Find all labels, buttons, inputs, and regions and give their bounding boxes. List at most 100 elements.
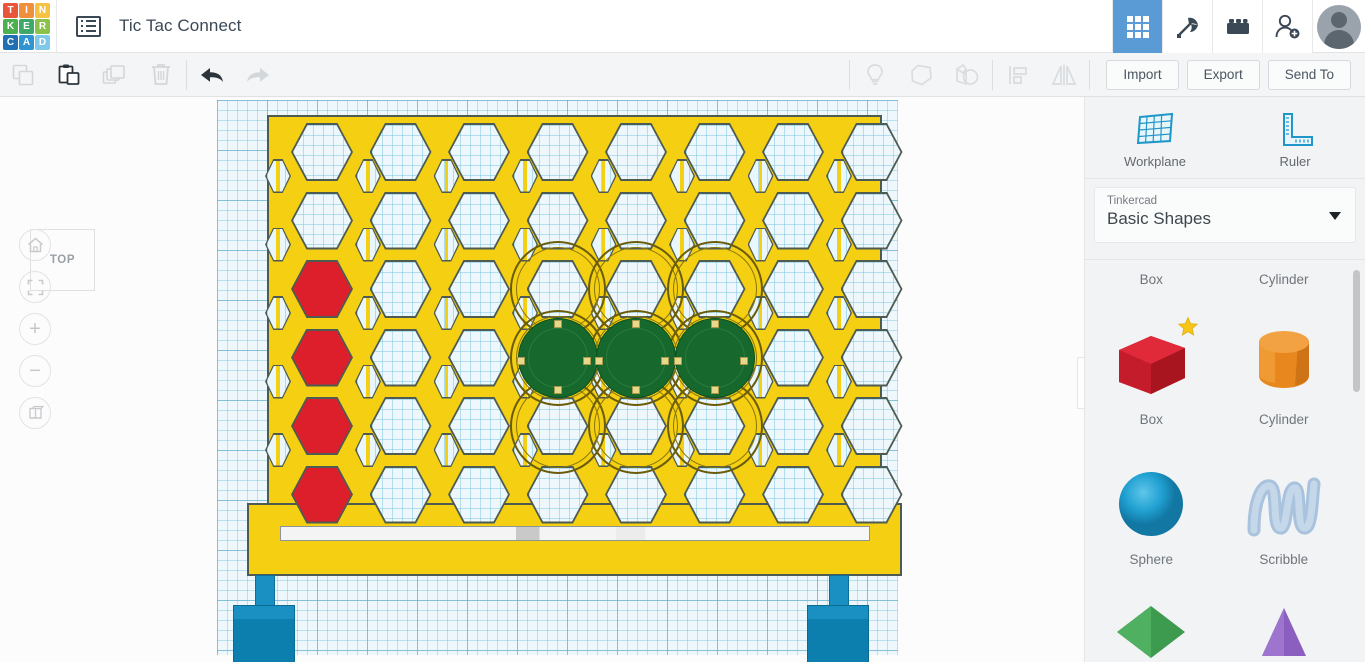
- model-red-token[interactable]: [291, 465, 353, 524]
- model-hex-hole[interactable]: [526, 465, 589, 524]
- model-hex-hole[interactable]: [448, 260, 510, 318]
- shape-item-box-2[interactable]: Box: [1085, 308, 1218, 448]
- fit-to-view-icon[interactable]: [19, 271, 51, 303]
- model-hex-hole[interactable]: [526, 123, 589, 181]
- model-3d: [217, 100, 903, 662]
- model-red-token[interactable]: [291, 328, 353, 387]
- model-hex-hole[interactable]: [369, 397, 432, 455]
- model-hex-hole[interactable]: [605, 123, 667, 181]
- model-hex-hole[interactable]: [840, 260, 903, 318]
- selection-handle[interactable]: [553, 319, 562, 328]
- selection-handle[interactable]: [739, 356, 748, 365]
- shape-item-cylinder-3[interactable]: Cylinder: [1218, 308, 1351, 448]
- shape-item-cylinder-1[interactable]: Cylinder: [1218, 260, 1351, 308]
- scribble-icon: [1238, 460, 1330, 546]
- model-hex-hole[interactable]: [448, 328, 510, 387]
- model-hex-hole[interactable]: [291, 191, 353, 250]
- model-hex-hole[interactable]: [448, 191, 510, 250]
- send-to-button[interactable]: Send To: [1267, 59, 1351, 90]
- model-hex-hole[interactable]: [369, 465, 432, 524]
- model-hex-hole[interactable]: [840, 397, 903, 455]
- model-red-token[interactable]: [291, 260, 353, 318]
- model-hex-hole[interactable]: [369, 328, 432, 387]
- model-hex-hole[interactable]: [683, 465, 746, 524]
- duplicate-icon[interactable]: [92, 53, 138, 97]
- ruler-tool[interactable]: Ruler: [1225, 97, 1365, 178]
- selection-handle[interactable]: [632, 385, 640, 394]
- user-avatar[interactable]: [1312, 0, 1365, 53]
- pickaxe-icon[interactable]: [1162, 0, 1212, 53]
- grid-apps-icon[interactable]: [1112, 0, 1162, 53]
- solid-cylinder-icon: [1238, 320, 1330, 406]
- add-person-icon[interactable]: [1262, 0, 1312, 53]
- ortho-perspective-icon[interactable]: [19, 397, 51, 429]
- panel-tools: Workplane Ruler: [1085, 97, 1365, 179]
- model-hex-hole[interactable]: [762, 465, 824, 524]
- model-hex-hole[interactable]: [840, 465, 903, 524]
- undo-icon[interactable]: [189, 53, 235, 97]
- shape-label: Scribble: [1259, 552, 1309, 567]
- selection-handle[interactable]: [595, 356, 603, 365]
- home-view-icon[interactable]: [19, 229, 51, 261]
- selection-handle[interactable]: [661, 356, 669, 365]
- model-hex-hole[interactable]: [605, 465, 667, 524]
- ungroup-icon[interactable]: [944, 53, 990, 97]
- shape-item-scribble-5[interactable]: Scribble: [1218, 448, 1351, 588]
- model-hex-hole[interactable]: [840, 191, 903, 250]
- zoom-in-icon[interactable]: +: [19, 313, 51, 345]
- solid-box-icon: [1105, 316, 1199, 406]
- tinkercad-logo[interactable]: TIN KER CAD: [3, 2, 50, 50]
- mirror-icon[interactable]: [1041, 53, 1087, 97]
- list-menu-icon[interactable]: [71, 9, 105, 43]
- selection-handle[interactable]: [710, 319, 719, 328]
- 3d-canvas[interactable]: TOP + − Edit Grid Snap Grid: [0, 97, 1084, 662]
- shape-item-partial-6[interactable]: [1085, 588, 1218, 662]
- lightbulb-icon[interactable]: [852, 53, 898, 97]
- selection-handle[interactable]: [516, 356, 525, 365]
- redo-icon[interactable]: [235, 53, 281, 97]
- selection-handle[interactable]: [582, 356, 591, 365]
- model-hex-hole[interactable]: [448, 465, 510, 524]
- gallery-scrollbar[interactable]: [1352, 260, 1362, 662]
- model-hex-hole[interactable]: [369, 260, 432, 318]
- model-hex-hole[interactable]: [840, 123, 903, 181]
- logo-tile-i: I: [19, 2, 34, 18]
- model-hex-hole[interactable]: [762, 191, 824, 250]
- scrollbar-thumb[interactable]: [1353, 270, 1360, 392]
- selection-handle[interactable]: [710, 385, 719, 394]
- selection-handle[interactable]: [553, 385, 562, 394]
- selection-handle[interactable]: [632, 319, 640, 328]
- model-hex-hole[interactable]: [762, 260, 824, 318]
- shape-gallery[interactable]: Box Cylinder Box Cylinder Sphere Scribbl…: [1085, 259, 1365, 662]
- model-hex-hole[interactable]: [840, 328, 903, 387]
- workplane-tool[interactable]: Workplane: [1085, 97, 1225, 178]
- model-hex-hole[interactable]: [369, 191, 432, 250]
- model-hex-hole[interactable]: [683, 123, 746, 181]
- shape-item-box-0[interactable]: Box: [1085, 260, 1218, 308]
- workplane-grid[interactable]: [217, 100, 903, 662]
- model-hex-hole[interactable]: [291, 123, 353, 181]
- model-red-token[interactable]: [291, 397, 353, 455]
- shape-library-dropdown[interactable]: Tinkercad Basic Shapes: [1094, 187, 1356, 243]
- right-panel: Workplane Ruler Tinkercad Basic Shapes B…: [1084, 97, 1365, 662]
- workplane-icon: [1136, 112, 1174, 144]
- model-hex-hole[interactable]: [448, 397, 510, 455]
- selection-handle[interactable]: [673, 356, 682, 365]
- import-button[interactable]: Import: [1106, 59, 1179, 90]
- copy-icon[interactable]: [0, 53, 46, 97]
- export-button[interactable]: Export: [1186, 59, 1260, 90]
- model-hex-hole[interactable]: [762, 328, 824, 387]
- favorite-star-icon[interactable]: [1177, 316, 1199, 338]
- lego-brick-icon[interactable]: [1212, 0, 1262, 53]
- shape-item-partial-7[interactable]: [1218, 588, 1351, 662]
- model-hex-hole[interactable]: [369, 123, 432, 181]
- model-hex-hole[interactable]: [762, 123, 824, 181]
- shape-item-sphere-4[interactable]: Sphere: [1085, 448, 1218, 588]
- group-icon[interactable]: [898, 53, 944, 97]
- zoom-out-icon[interactable]: −: [19, 355, 51, 387]
- model-hex-hole[interactable]: [762, 397, 824, 455]
- align-icon[interactable]: [995, 53, 1041, 97]
- paste-icon[interactable]: [46, 53, 92, 97]
- delete-icon[interactable]: [138, 53, 184, 97]
- model-hex-hole[interactable]: [448, 123, 510, 181]
